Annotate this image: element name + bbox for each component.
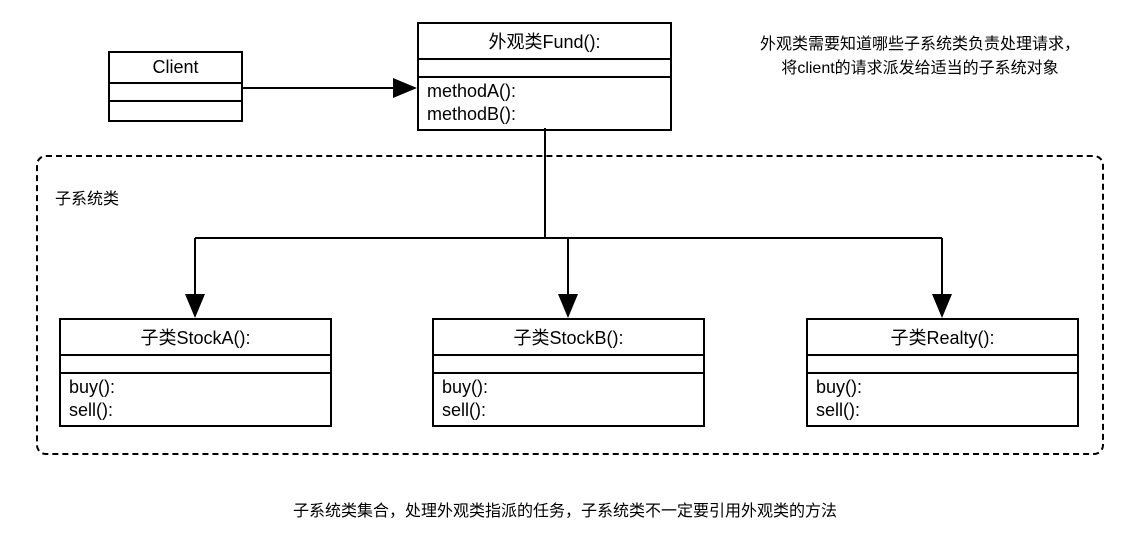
stocka-methods: buy(): sell(): <box>61 374 330 425</box>
realty-buy: buy(): <box>816 376 1069 399</box>
bottom-caption: 子系统类集合，处理外观类指派的任务，子系统类不一定要引用外观类的方法 <box>170 497 960 521</box>
stocka-attrs <box>61 356 330 374</box>
uml-realty-box: 子类Realty(): buy(): sell(): <box>806 318 1079 427</box>
stockb-buy: buy(): <box>442 376 695 399</box>
client-attrs <box>110 84 241 102</box>
subsystem-label: 子系统类 <box>55 185 119 209</box>
stocka-buy: buy(): <box>69 376 322 399</box>
facade-title: 外观类Fund(): <box>419 24 670 60</box>
client-title: Client <box>110 53 241 84</box>
realty-sell: sell(): <box>816 399 1069 422</box>
uml-client-box: Client <box>108 51 243 122</box>
stockb-title: 子类StockB(): <box>434 320 703 356</box>
facade-method-a: methodA(): <box>427 80 662 103</box>
realty-methods: buy(): sell(): <box>808 374 1077 425</box>
client-methods <box>110 102 241 120</box>
stockb-methods: buy(): sell(): <box>434 374 703 425</box>
stocka-title: 子类StockA(): <box>61 320 330 356</box>
uml-stockb-box: 子类StockB(): buy(): sell(): <box>432 318 705 427</box>
facade-attrs <box>419 60 670 78</box>
stockb-sell: sell(): <box>442 399 695 422</box>
facade-methods: methodA(): methodB(): <box>419 78 670 129</box>
facade-annotation: 外观类需要知道哪些子系统类负责处理请求， 将client的请求派发给适当的子系统… <box>720 33 1120 81</box>
realty-title: 子类Realty(): <box>808 320 1077 356</box>
realty-attrs <box>808 356 1077 374</box>
stockb-attrs <box>434 356 703 374</box>
uml-stocka-box: 子类StockA(): buy(): sell(): <box>59 318 332 427</box>
annotation-line1: 外观类需要知道哪些子系统类负责处理请求， <box>720 33 1120 57</box>
annotation-line2: 将client的请求派发给适当的子系统对象 <box>720 57 1120 81</box>
facade-method-b: methodB(): <box>427 103 662 126</box>
uml-facade-box: 外观类Fund(): methodA(): methodB(): <box>417 22 672 131</box>
stocka-sell: sell(): <box>69 399 322 422</box>
